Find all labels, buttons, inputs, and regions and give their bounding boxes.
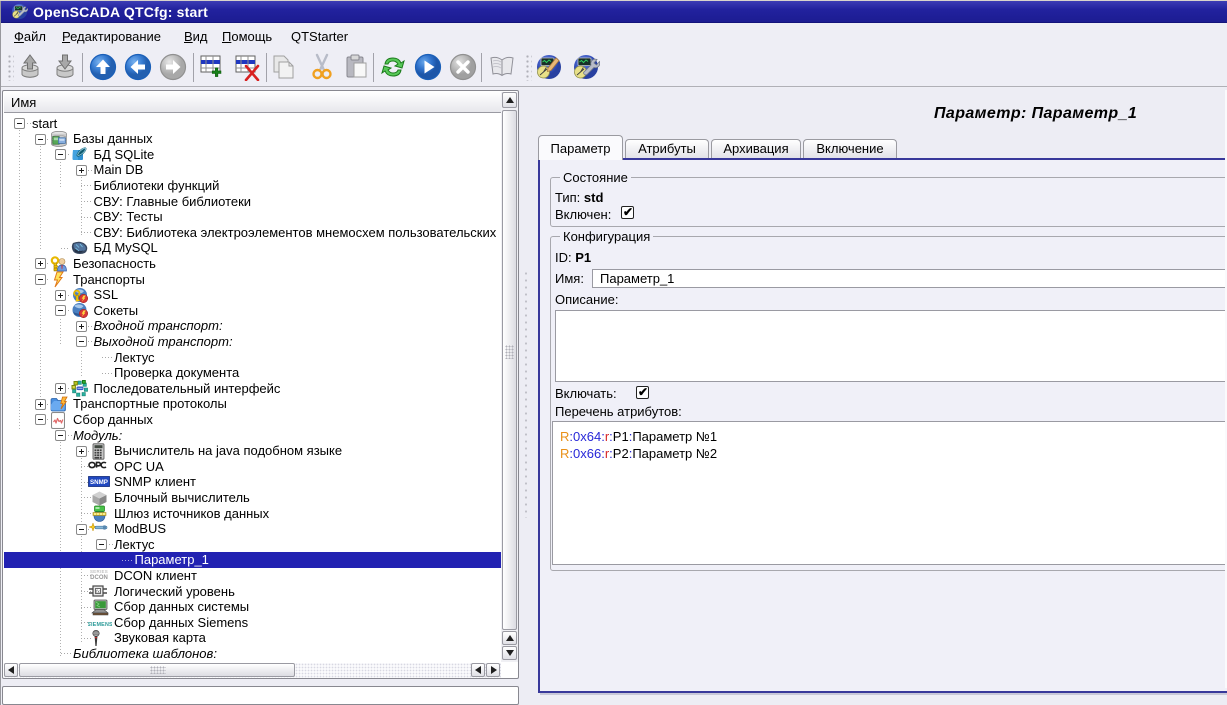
svg-text:SIEMENS: SIEMENS [88,622,112,627]
svg-text:SERIES: SERIES [90,569,108,574]
svg-text:SNMP: SNMP [90,479,108,486]
svg-text:DCON: DCON [90,575,108,581]
